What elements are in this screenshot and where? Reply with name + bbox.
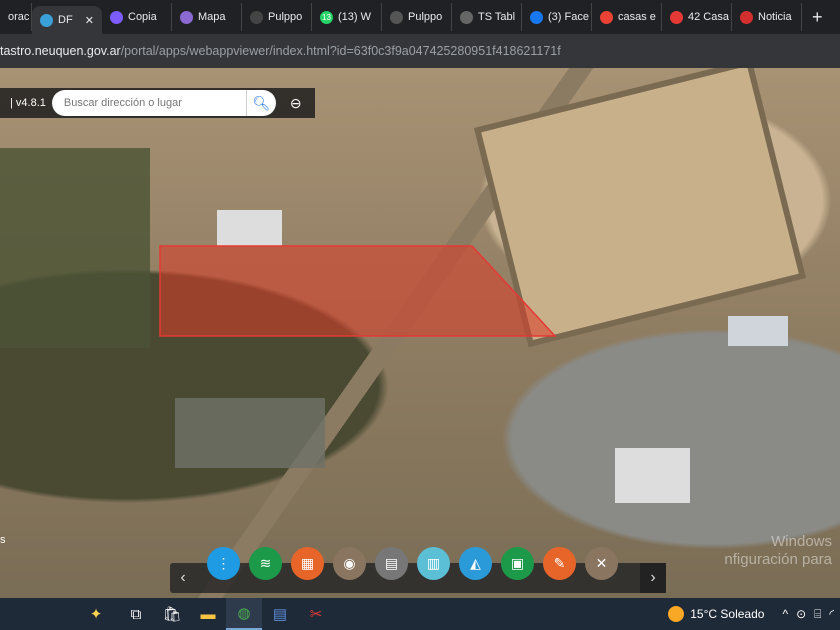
location-widget-icon: ◭ [470, 555, 481, 571]
snipping-tool-icon[interactable]: ✂ [298, 598, 334, 630]
browser-tab[interactable]: Mapa [172, 3, 242, 31]
tab-label: casas e [618, 11, 656, 23]
address-bar[interactable]: tastro.neuquen.gov.ar/portal/apps/webapp… [0, 34, 840, 68]
selected-parcel[interactable] [159, 245, 557, 337]
basemap-widget-button[interactable]: ▦ [291, 547, 324, 580]
browser-tab[interactable]: (3) Face [522, 3, 592, 31]
watermark-line: Windows [771, 533, 832, 550]
side-label: s [0, 534, 6, 546]
tools-widget-icon: ✕ [595, 555, 608, 571]
location-widget-button[interactable]: ◭ [459, 547, 492, 580]
print-widget-button[interactable]: ▣ [501, 547, 534, 580]
browser-tab[interactable]: Pulppo [242, 3, 312, 31]
tab-label: (13) W [338, 11, 371, 23]
tab-label: Pulppo [268, 11, 303, 23]
widget-toolbar: ‹ › ⋮ ≋ ▦ ◉ ▤ ▥ ◭ ▣ ✎ ✕ [170, 547, 666, 593]
search-placeholder: Buscar dirección o lugar [63, 97, 182, 109]
layers-widget-icon: ≋ [259, 555, 272, 571]
close-icon[interactable]: ✕ [85, 14, 94, 27]
watermark-line: nfiguración para [724, 551, 832, 568]
t-icon [740, 10, 753, 24]
browser-tab-bar: orac DF ✕ Copia Mapa Pulppo 13 (13) W Pulppo TS T… [0, 0, 840, 34]
facebook-icon [530, 10, 543, 24]
building-widget-icon: ▥ [426, 555, 441, 571]
pin-icon [670, 10, 683, 24]
weather-widget[interactable]: 15°C Soleado [668, 606, 764, 622]
tab-label: Copia [128, 11, 157, 23]
search-icon[interactable]: 🔍︎ [245, 90, 276, 116]
meet-icon[interactable]: ⊙ [796, 607, 806, 621]
app-version: | v4.8.1 [10, 97, 46, 109]
print-widget-icon: ▣ [510, 555, 525, 571]
tools-widget-button[interactable]: ✕ [585, 547, 618, 580]
browser-tab[interactable]: 42 Casa [662, 3, 732, 31]
whatsapp-icon: 13 [320, 10, 333, 24]
more-widget-icon: ⋮ [216, 555, 231, 571]
globe-widget-icon: ◉ [343, 555, 356, 571]
basemap-widget-icon: ▦ [300, 555, 315, 571]
task-view-icon[interactable]: ⧉ [118, 598, 154, 630]
pulppo-icon [390, 10, 403, 24]
tab-label: DF [58, 14, 73, 26]
measure-widget-icon: ✎ [553, 555, 566, 571]
document-widget-icon: ▤ [384, 555, 399, 571]
crop-field [0, 148, 150, 348]
browser-tab[interactable]: 13 (13) W [312, 3, 382, 31]
url-path: /portal/apps/webappviewer/index.html?id=… [120, 44, 561, 58]
store-icon[interactable]: 🛍︎ [154, 598, 190, 630]
globe-widget-button[interactable]: ◉ [333, 547, 366, 580]
more-widget-button[interactable]: ⋮ [207, 547, 240, 580]
weather-text: 15°C Soleado [690, 607, 765, 621]
copilot-icon[interactable]: ✦ [78, 598, 114, 630]
network-icon[interactable]: ⌸ [814, 607, 821, 622]
tray-chevron-icon[interactable]: ^ [782, 607, 788, 621]
map-view[interactable]: | v4.8.1 Buscar dirección o lugar 🔍︎ ⊖ s … [0, 68, 840, 598]
heart-icon [110, 10, 123, 24]
word-icon[interactable]: ▤ [262, 598, 298, 630]
file-explorer-icon[interactable]: ▬ [190, 598, 226, 630]
tab-label: Mapa [198, 11, 226, 23]
tab-label: Pulppo [408, 11, 443, 23]
greenhouse [175, 398, 325, 468]
measure-widget-button[interactable]: ✎ [543, 547, 576, 580]
building [615, 448, 690, 503]
building-widget-button[interactable]: ▥ [417, 547, 450, 580]
browser-tab[interactable]: DF ✕ [32, 6, 102, 34]
new-tab-button[interactable]: + [812, 7, 823, 28]
wifi-icon[interactable]: ◜ [829, 607, 834, 621]
sports-field [473, 68, 807, 348]
browser-tab[interactable]: Noticia [732, 3, 802, 31]
tab-label: Noticia [758, 11, 792, 23]
tab-label: orac [8, 11, 30, 23]
windows-taskbar: ✦ ⧉ 🛍︎ ▬ ◍ ▤ ✂ 15°C Soleado ^ ⊙ ⌸ ◜ [0, 598, 840, 630]
browser-tab[interactable]: TS Tabl [452, 3, 522, 31]
layers-widget-button[interactable]: ≋ [249, 547, 282, 580]
search-input[interactable]: Buscar dirección o lugar 🔍︎ [51, 90, 276, 116]
chevron-right-icon[interactable]: › [640, 563, 666, 593]
google-icon [600, 10, 613, 24]
globe-icon [180, 10, 193, 24]
browser-tab[interactable]: Copia [102, 3, 172, 31]
browser-tab[interactable]: casas e [592, 3, 662, 31]
document-widget-button[interactable]: ▤ [375, 547, 408, 580]
tab-label: 42 Casa [688, 11, 729, 23]
link-icon[interactable]: ⊖ [290, 95, 302, 112]
map-overlay [0, 68, 807, 503]
search-panel: | v4.8.1 Buscar dirección o lugar 🔍︎ ⊖ [0, 88, 315, 118]
tab-label: TS Tabl [478, 11, 516, 23]
activation-watermark: Windows nfiguración para [724, 533, 832, 569]
browser-tab[interactable]: Pulppo [382, 3, 452, 31]
bing-icon [40, 13, 53, 27]
pulppo-icon [250, 10, 263, 24]
chevron-left-icon[interactable]: ‹ [170, 563, 196, 593]
url-host: tastro.neuquen.gov.ar [0, 44, 121, 58]
sun-icon [668, 606, 685, 622]
chrome-icon[interactable]: ◍ [226, 598, 262, 630]
ts-icon [460, 10, 473, 24]
browser-tab[interactable]: orac [0, 3, 32, 31]
tab-label: (3) Face [548, 11, 589, 23]
building [728, 316, 788, 346]
building [217, 210, 282, 246]
